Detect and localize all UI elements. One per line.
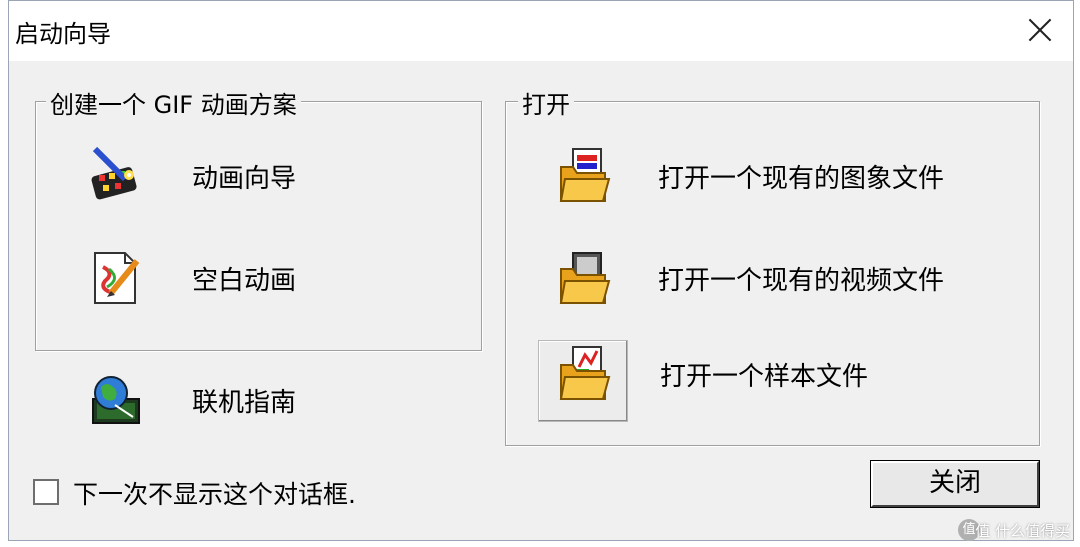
close-icon[interactable]: [1025, 15, 1055, 45]
open-video-folder-icon: [559, 252, 611, 304]
title-bar: 启动向导: [9, 1, 1073, 61]
open-sample-file-label: 打开一个样本文件: [660, 361, 869, 392]
open-sample-file-item[interactable]: 打开一个样本文件: [555, 341, 1025, 407]
startup-wizard-dialog: 启动向导 创建一个 GIF 动画方案 动画向导 空白动画 联机指南 打开 打开一…: [8, 0, 1074, 541]
open-sample-folder-icon: [559, 346, 611, 400]
online-guide-label: 联机指南: [192, 387, 297, 418]
open-video-file-item[interactable]: 打开一个现有的视频文件: [555, 245, 1025, 311]
dont-show-label: 下一次不显示这个对话框.: [73, 480, 356, 509]
blank-animation-item[interactable]: 空白动画: [85, 245, 465, 311]
animation-wizard-item[interactable]: 动画向导: [85, 143, 465, 209]
online-guide-icon: [92, 376, 140, 424]
blank-animation-label: 空白动画: [192, 265, 297, 296]
animation-wizard-icon: [91, 146, 137, 200]
open-group-title: 打开: [518, 85, 574, 120]
watermark: 值 什么值得买: [975, 522, 1070, 540]
create-group-title: 创建一个 GIF 动画方案: [46, 85, 301, 120]
window-title: 启动向导: [15, 20, 111, 48]
blank-animation-icon: [94, 252, 140, 304]
animation-wizard-label: 动画向导: [192, 163, 297, 194]
online-guide-item[interactable]: 联机指南: [85, 367, 465, 433]
dont-show-checkbox[interactable]: [33, 479, 59, 505]
open-video-file-label: 打开一个现有的视频文件: [658, 265, 945, 296]
open-image-file-label: 打开一个现有的图象文件: [658, 163, 945, 194]
close-button[interactable]: 关闭: [871, 461, 1039, 507]
create-gif-group: 创建一个 GIF 动画方案: [35, 85, 482, 351]
open-image-folder-icon: [559, 148, 611, 202]
open-image-file-item[interactable]: 打开一个现有的图象文件: [555, 143, 1025, 209]
